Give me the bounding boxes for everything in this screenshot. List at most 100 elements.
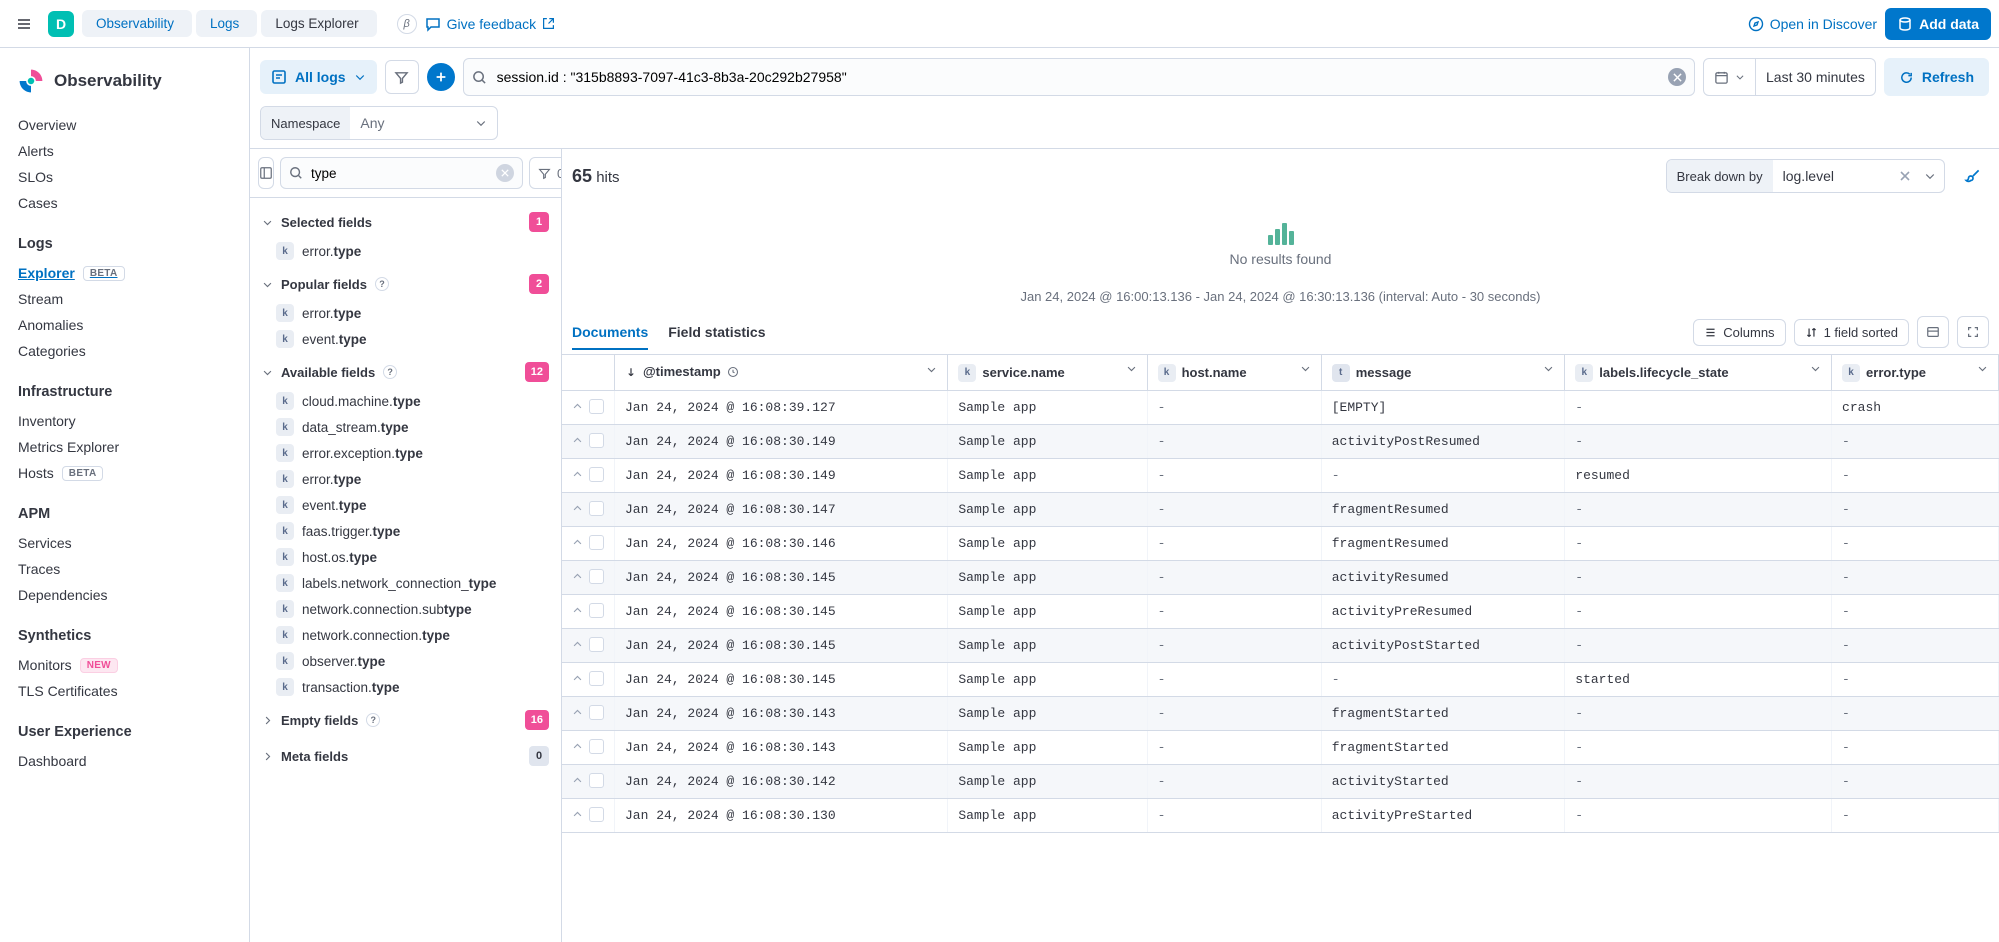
breadcrumb-logs[interactable]: Logs bbox=[196, 10, 257, 37]
expand-row-button[interactable] bbox=[572, 571, 583, 582]
table-row[interactable]: Jan 24, 2024 @ 16:08:30.143Sample app-fr… bbox=[562, 730, 1999, 764]
field-item[interactable]: kdata_stream.type bbox=[258, 414, 553, 440]
add-filter-button[interactable] bbox=[427, 63, 455, 91]
column-actions-button[interactable] bbox=[1126, 363, 1137, 374]
field-item[interactable]: kerror.exception.type bbox=[258, 440, 553, 466]
column-actions-button[interactable] bbox=[1810, 363, 1821, 374]
table-row[interactable]: Jan 24, 2024 @ 16:08:30.147Sample app-fr… bbox=[562, 492, 1999, 526]
expand-row-button[interactable] bbox=[572, 435, 583, 446]
row-checkbox[interactable] bbox=[589, 705, 604, 720]
row-checkbox[interactable] bbox=[589, 807, 604, 822]
expand-row-button[interactable] bbox=[572, 605, 583, 616]
namespace-value[interactable]: Any bbox=[350, 107, 464, 139]
column-header[interactable]: tmessage bbox=[1321, 355, 1565, 390]
time-picker-calendar-button[interactable] bbox=[1704, 59, 1755, 95]
deployment-badge[interactable]: D bbox=[48, 11, 74, 37]
sidebar-item[interactable]: ExplorerBETA bbox=[18, 260, 239, 286]
table-row[interactable]: Jan 24, 2024 @ 16:08:39.127Sample app-[E… bbox=[562, 390, 1999, 424]
field-item[interactable]: kevent.type bbox=[258, 492, 553, 518]
table-row[interactable]: Jan 24, 2024 @ 16:08:30.130Sample app-ac… bbox=[562, 798, 1999, 832]
breadcrumb-observability[interactable]: Observability bbox=[82, 10, 192, 37]
sidebar-item[interactable]: MonitorsNEW bbox=[18, 652, 239, 678]
columns-button[interactable]: Columns bbox=[1693, 319, 1785, 346]
table-row[interactable]: Jan 24, 2024 @ 16:08:30.149Sample app--r… bbox=[562, 458, 1999, 492]
field-group-header[interactable]: Popular fields?2 bbox=[258, 264, 553, 300]
column-header[interactable]: kservice.name bbox=[948, 355, 1147, 390]
table-row[interactable]: Jan 24, 2024 @ 16:08:30.149Sample app-ac… bbox=[562, 424, 1999, 458]
row-checkbox[interactable] bbox=[589, 637, 604, 652]
row-checkbox[interactable] bbox=[589, 399, 604, 414]
expand-row-button[interactable] bbox=[572, 401, 583, 412]
row-checkbox[interactable] bbox=[589, 535, 604, 550]
sidebar-item[interactable]: Stream bbox=[18, 286, 239, 312]
field-item[interactable]: kerror.type bbox=[258, 238, 553, 264]
column-header[interactable]: kerror.type bbox=[1832, 355, 1999, 390]
expand-row-button[interactable] bbox=[572, 775, 583, 786]
toggle-fields-panel-button[interactable] bbox=[258, 157, 274, 189]
expand-row-button[interactable] bbox=[572, 639, 583, 650]
namespace-caret[interactable] bbox=[465, 107, 497, 139]
table-row[interactable]: Jan 24, 2024 @ 16:08:30.145Sample app-ac… bbox=[562, 628, 1999, 662]
nav-toggle-button[interactable] bbox=[8, 8, 40, 40]
sort-button[interactable]: 1 field sorted bbox=[1794, 319, 1909, 346]
expand-row-button[interactable] bbox=[572, 741, 583, 752]
field-item[interactable]: klabels.network_connection_type bbox=[258, 570, 553, 596]
table-row[interactable]: Jan 24, 2024 @ 16:08:30.143Sample app-fr… bbox=[562, 696, 1999, 730]
sidebar-item[interactable]: TLS Certificates bbox=[18, 678, 239, 704]
info-icon[interactable]: ? bbox=[366, 713, 380, 727]
row-checkbox[interactable] bbox=[589, 501, 604, 516]
breakdown-clear-button[interactable] bbox=[1894, 160, 1916, 192]
time-picker-range[interactable]: Last 30 minutes bbox=[1755, 59, 1875, 95]
give-feedback-link[interactable]: Give feedback bbox=[425, 16, 556, 32]
expand-row-button[interactable] bbox=[572, 469, 583, 480]
field-item[interactable]: kfaas.trigger.type bbox=[258, 518, 553, 544]
field-item[interactable]: knetwork.connection.type bbox=[258, 622, 553, 648]
field-item[interactable]: khost.os.type bbox=[258, 544, 553, 570]
info-icon[interactable]: ? bbox=[383, 365, 397, 379]
tab-field-statistics[interactable]: Field statistics bbox=[668, 314, 765, 350]
sidebar-item[interactable]: Metrics Explorer bbox=[18, 434, 239, 460]
fields-filter-button[interactable]: 0 bbox=[529, 157, 562, 189]
field-group-header[interactable]: Selected fields1 bbox=[258, 202, 553, 238]
sidebar-item[interactable]: Inventory bbox=[18, 408, 239, 434]
field-group-header[interactable]: Meta fields0 bbox=[258, 736, 553, 772]
field-group-header[interactable]: Empty fields?16 bbox=[258, 700, 553, 736]
clear-fields-search-button[interactable] bbox=[496, 164, 514, 182]
display-options-button[interactable] bbox=[1917, 316, 1949, 348]
expand-row-button[interactable] bbox=[572, 537, 583, 548]
info-icon[interactable]: ? bbox=[375, 277, 389, 291]
sidebar-item[interactable]: Dependencies bbox=[18, 582, 239, 608]
row-checkbox[interactable] bbox=[589, 433, 604, 448]
row-checkbox[interactable] bbox=[589, 569, 604, 584]
sidebar-item[interactable]: Alerts bbox=[18, 138, 239, 164]
expand-row-button[interactable] bbox=[572, 503, 583, 514]
breakdown-value[interactable]: log.level bbox=[1773, 160, 1894, 192]
expand-row-button[interactable] bbox=[572, 809, 583, 820]
field-group-header[interactable]: Available fields?12 bbox=[258, 352, 553, 388]
dataview-selector[interactable]: All logs bbox=[260, 60, 377, 94]
sidebar-item[interactable]: Dashboard bbox=[18, 748, 239, 774]
tab-documents[interactable]: Documents bbox=[572, 314, 648, 350]
fullscreen-button[interactable] bbox=[1957, 316, 1989, 348]
row-checkbox[interactable] bbox=[589, 603, 604, 618]
open-in-discover-link[interactable]: Open in Discover bbox=[1748, 16, 1877, 32]
sidebar-item[interactable]: HostsBETA bbox=[18, 460, 239, 486]
row-checkbox[interactable] bbox=[589, 671, 604, 686]
row-checkbox[interactable] bbox=[589, 467, 604, 482]
breakdown-caret[interactable] bbox=[1916, 160, 1944, 192]
sidebar-item[interactable]: Traces bbox=[18, 556, 239, 582]
sidebar-item[interactable]: Overview bbox=[18, 112, 239, 138]
clear-query-button[interactable] bbox=[1668, 68, 1686, 86]
sidebar-item[interactable]: Categories bbox=[18, 338, 239, 364]
documents-grid[interactable]: @timestampkservice.namekhost.nametmessag… bbox=[562, 355, 1999, 942]
filter-button[interactable] bbox=[385, 60, 419, 94]
table-row[interactable]: Jan 24, 2024 @ 16:08:30.142Sample app-ac… bbox=[562, 764, 1999, 798]
field-item[interactable]: ktransaction.type bbox=[258, 674, 553, 700]
column-actions-button[interactable] bbox=[1977, 363, 1988, 374]
expand-row-button[interactable] bbox=[572, 707, 583, 718]
sidebar-item[interactable]: Anomalies bbox=[18, 312, 239, 338]
sidebar-item[interactable]: Cases bbox=[18, 190, 239, 216]
field-item[interactable]: kevent.type bbox=[258, 326, 553, 352]
field-item[interactable]: kcloud.machine.type bbox=[258, 388, 553, 414]
breadcrumb-logs-explorer[interactable]: Logs Explorer bbox=[261, 10, 376, 37]
